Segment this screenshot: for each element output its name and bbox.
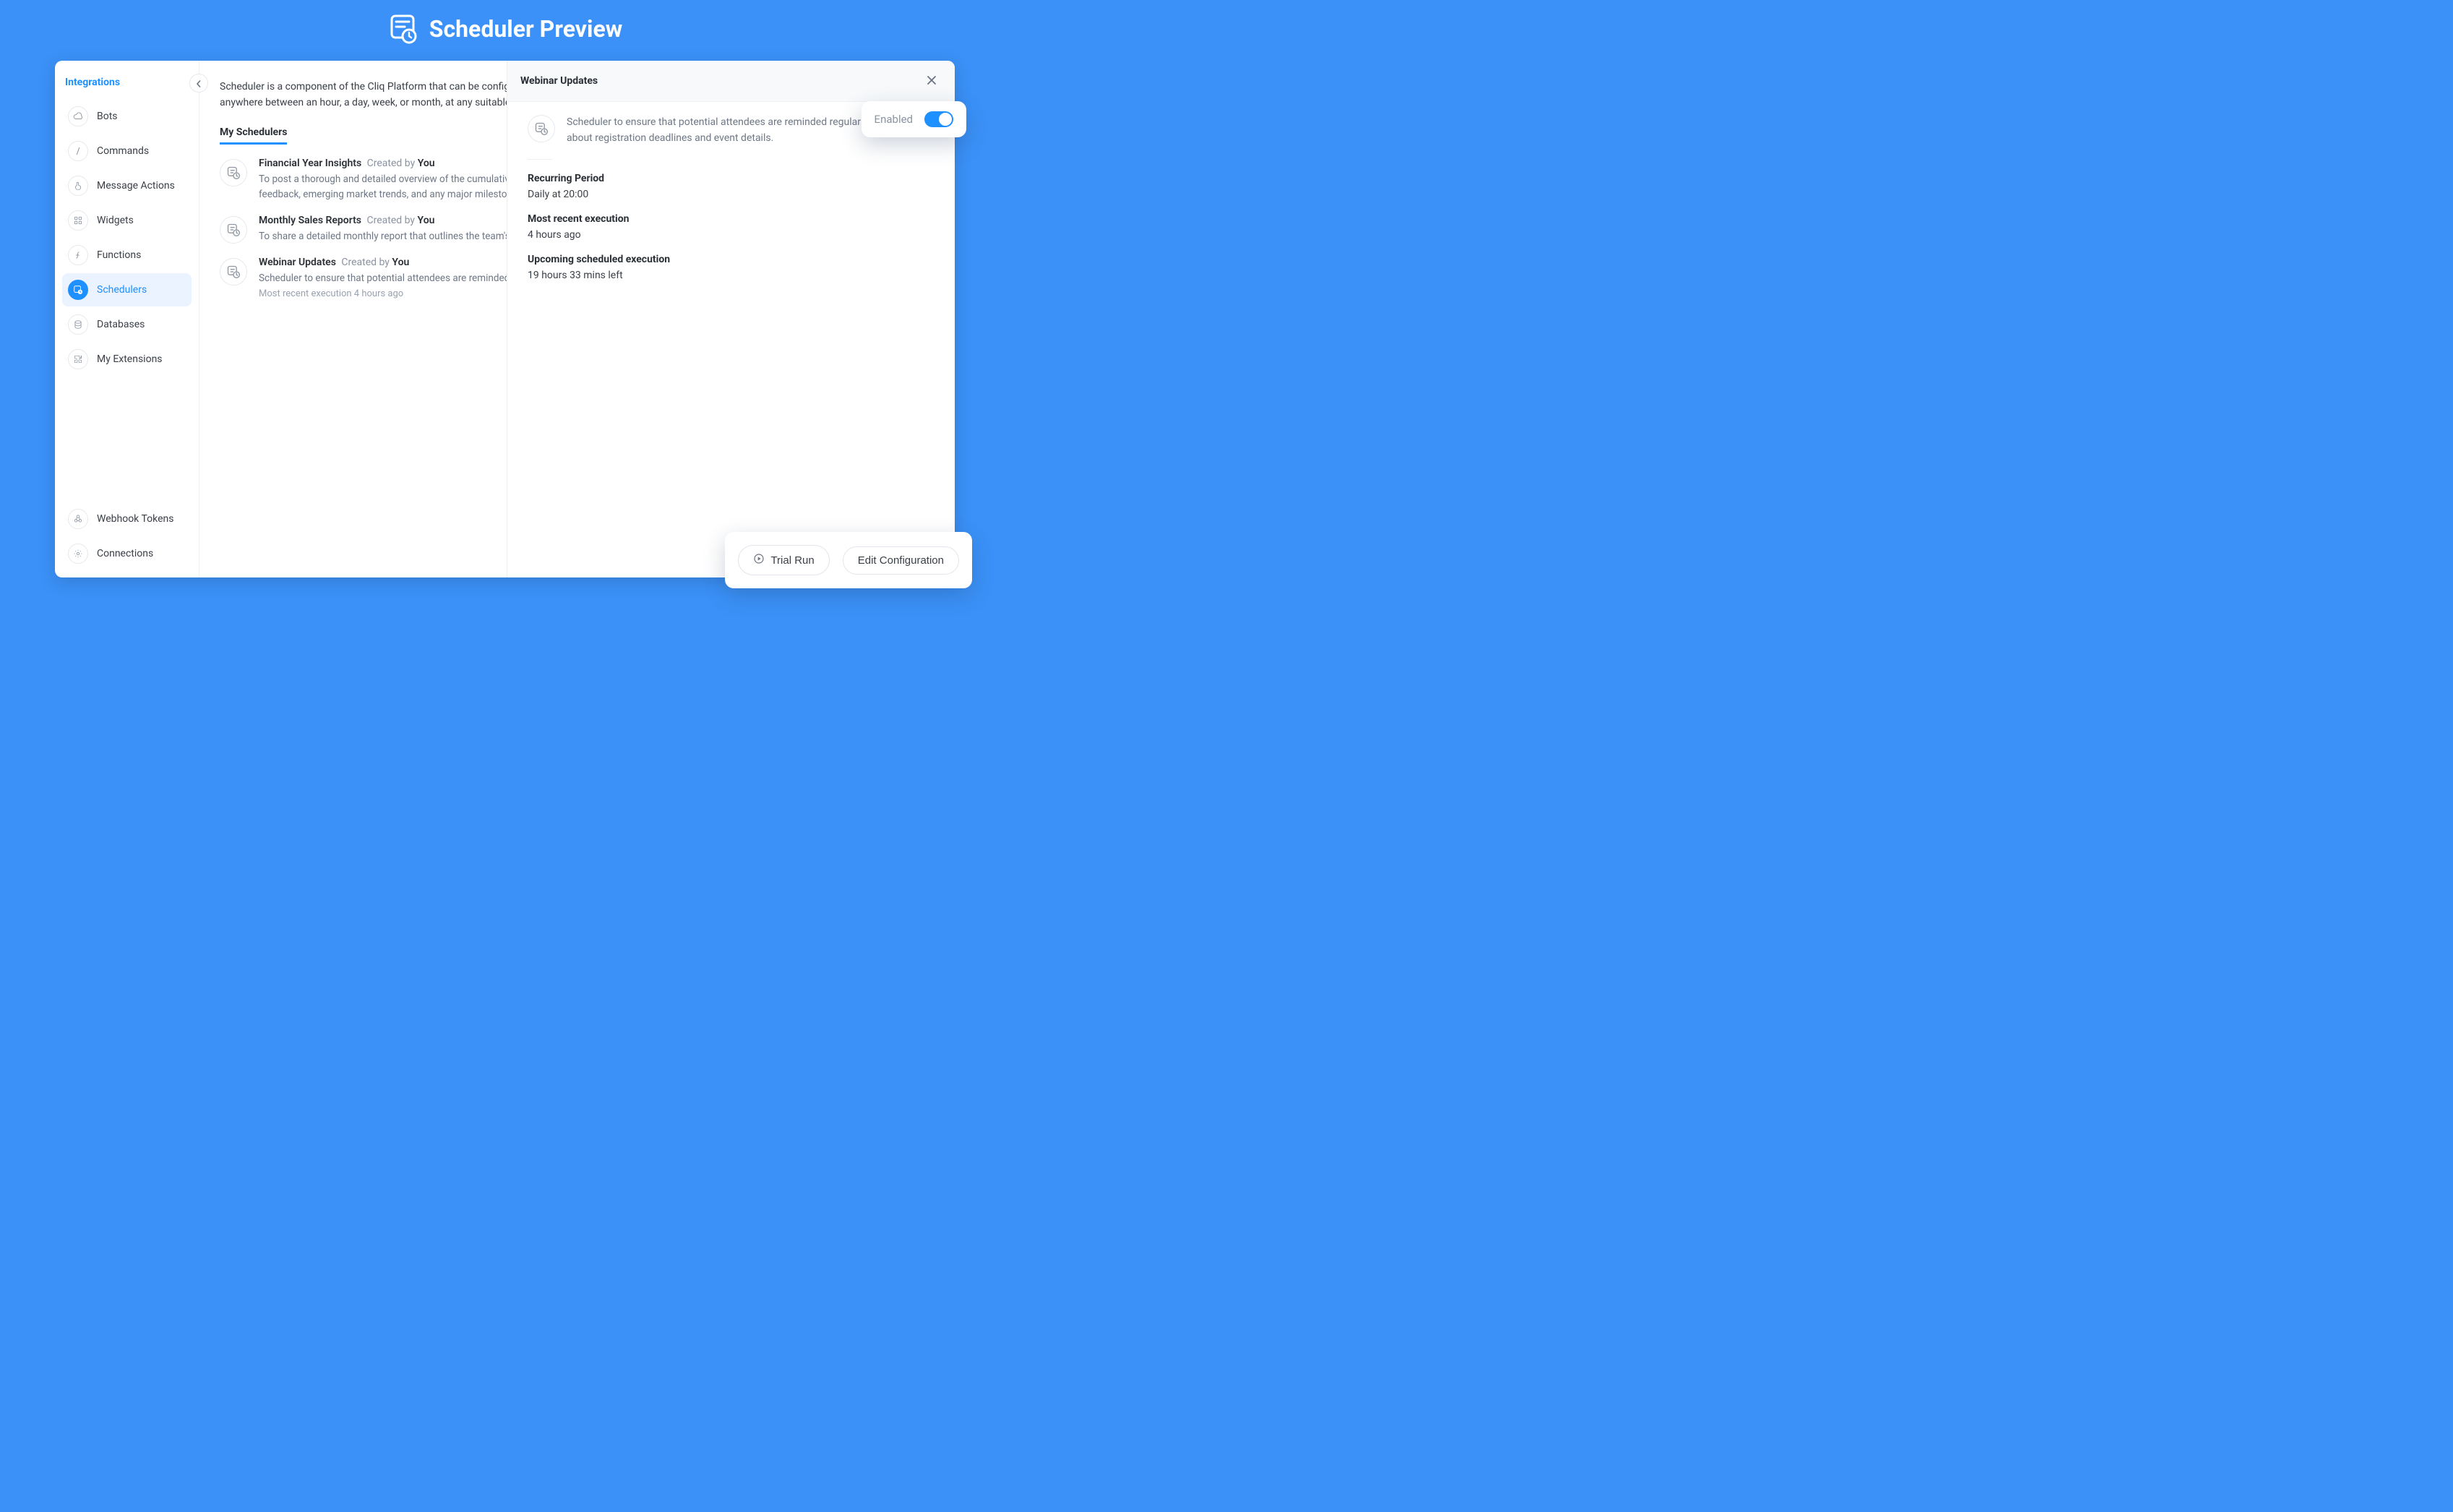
kv-recurring: Recurring Period Daily at 20:00 — [528, 173, 935, 200]
section-title: My Schedulers — [220, 126, 287, 145]
grid-icon — [68, 210, 88, 231]
scheduler-row-icon — [220, 159, 247, 186]
sidebar-item-bots[interactable]: Bots — [62, 100, 192, 133]
sidebar-item-connections[interactable]: Connections — [62, 537, 192, 570]
sidebar-item-my-extensions[interactable]: My Extensions — [62, 343, 192, 376]
puzzle-icon — [68, 349, 88, 369]
sidebar-item-label: My Extensions — [97, 353, 163, 365]
webhook-icon — [68, 509, 88, 529]
sidebar-item-schedulers[interactable]: Schedulers — [62, 273, 192, 306]
kv-upcoming: Upcoming scheduled execution 19 hours 33… — [528, 254, 935, 281]
scheduler-preview-icon — [387, 13, 419, 45]
sidebar-title: Integrations — [55, 66, 199, 95]
button-label: Edit Configuration — [858, 554, 944, 567]
trial-run-button[interactable]: Trial Run — [738, 545, 829, 575]
database-icon — [68, 314, 88, 335]
sidebar-item-label: Databases — [97, 319, 145, 330]
sidebar-item-label: Schedulers — [97, 284, 147, 296]
scheduler-row-icon — [220, 216, 247, 244]
button-label: Trial Run — [770, 554, 814, 567]
sidebar-item-label: Message Actions — [97, 180, 175, 192]
sidebar-item-message-actions[interactable]: Message Actions — [62, 169, 192, 202]
app-window: Integrations Bots Commands — [55, 61, 955, 577]
sidebar-item-label: Connections — [97, 548, 153, 559]
slash-icon — [68, 141, 88, 161]
sidebar-item-label: Commands — [97, 145, 149, 157]
actions-card: Trial Run Edit Configuration — [725, 532, 972, 588]
gear-icon — [68, 544, 88, 564]
sidebar-item-widgets[interactable]: Widgets — [62, 204, 192, 237]
enabled-label: Enabled — [875, 113, 913, 126]
toggle-knob — [939, 113, 952, 126]
sidebar-item-label: Webhook Tokens — [97, 513, 173, 525]
detail-header: Webinar Updates — [507, 61, 955, 102]
tap-icon — [68, 176, 88, 196]
enabled-card: Enabled — [862, 101, 966, 137]
detail-panel: Webinar Updates Scheduler to ensure that… — [507, 61, 955, 577]
edit-configuration-button[interactable]: Edit Configuration — [843, 546, 959, 575]
sidebar-item-commands[interactable]: Commands — [62, 134, 192, 168]
page-title: Scheduler Preview — [429, 15, 623, 43]
detail-description: Scheduler to ensure that potential atten… — [567, 115, 885, 146]
scheduler-row-icon — [220, 258, 247, 285]
detail-title: Webinar Updates — [520, 75, 598, 87]
kv-recent: Most recent execution 4 hours ago — [528, 213, 935, 241]
close-button[interactable] — [922, 71, 942, 91]
function-icon — [68, 245, 88, 265]
page-header: Scheduler Preview — [0, 0, 1010, 58]
divider — [528, 159, 552, 160]
scheduler-icon — [68, 280, 88, 300]
sidebar-item-webhook-tokens[interactable]: Webhook Tokens — [62, 502, 192, 536]
sidebar-item-label: Bots — [97, 111, 118, 122]
sidebar-item-label: Widgets — [97, 215, 134, 226]
enabled-toggle[interactable] — [924, 111, 953, 127]
sidebar: Integrations Bots Commands — [55, 61, 199, 577]
sidebar-item-functions[interactable]: Functions — [62, 239, 192, 272]
cloud-icon — [68, 106, 88, 126]
play-icon — [753, 553, 765, 567]
sidebar-item-databases[interactable]: Databases — [62, 308, 192, 341]
close-icon — [927, 74, 937, 88]
sidebar-item-label: Functions — [97, 249, 141, 261]
detail-icon — [528, 115, 555, 142]
main-content: Scheduler is a component of the Cliq Pla… — [199, 61, 955, 577]
